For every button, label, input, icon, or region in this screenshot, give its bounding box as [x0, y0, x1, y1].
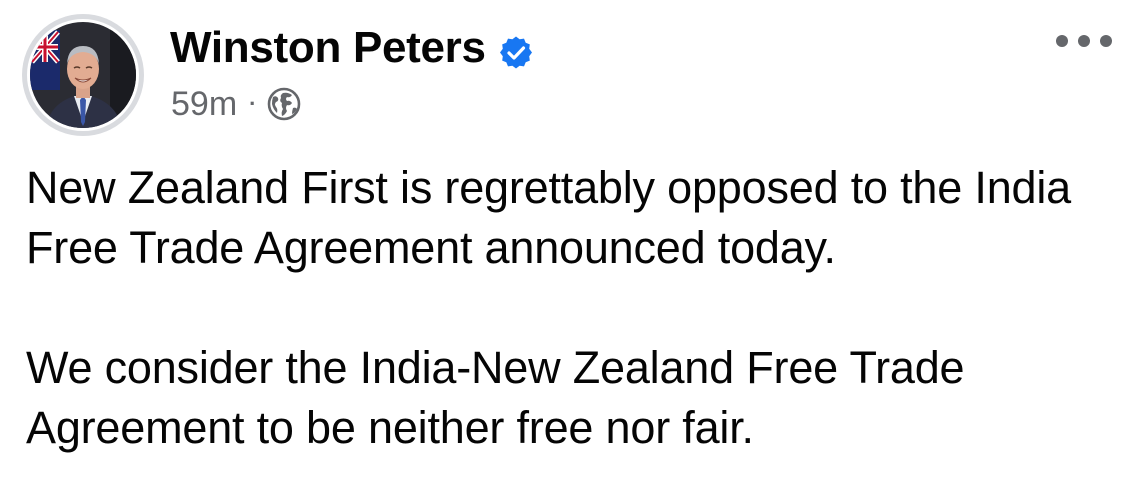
globe-icon[interactable]	[266, 86, 302, 122]
more-options-dot	[1100, 35, 1112, 47]
post-paragraph: New Zealand First is regrettably opposed…	[26, 162, 1071, 273]
author-avatar[interactable]	[22, 14, 144, 136]
meta-separator: ·	[249, 91, 257, 116]
post-paragraph: We consider the India-New Zealand Free T…	[26, 342, 965, 453]
author-name[interactable]: Winston Peters	[170, 22, 486, 74]
more-options-dot	[1078, 35, 1090, 47]
author-name-row: Winston Peters	[170, 22, 534, 74]
more-options-dot	[1056, 35, 1068, 47]
profile-photo-icon	[27, 19, 139, 131]
post-timestamp[interactable]: 59m	[171, 82, 237, 126]
verified-badge-icon	[498, 31, 534, 69]
post-body: New Zealand First is regrettably opposed…	[26, 158, 1116, 458]
facebook-post: Winston Peters 59m · New Zealand First i…	[0, 0, 1122, 484]
more-options-button[interactable]	[1056, 26, 1112, 56]
post-meta: 59m ·	[171, 82, 302, 126]
